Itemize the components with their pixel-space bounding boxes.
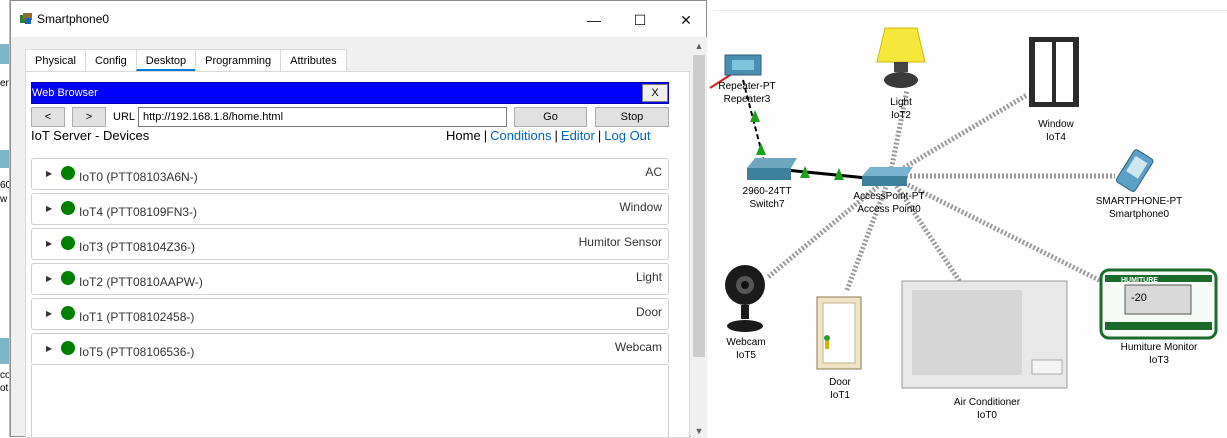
status-dot-icon	[61, 341, 75, 355]
nav-logout-link[interactable]: Log Out	[604, 128, 650, 143]
device-fragment	[0, 338, 9, 364]
device-row[interactable]: ▶ IoT4 (PTT08109FN3-) Window	[31, 193, 669, 225]
page-nav: Home | Conditions | Editor | Log Out	[446, 128, 651, 143]
nav-editor-link[interactable]: Editor	[561, 128, 595, 143]
expand-caret-icon[interactable]: ▶	[46, 274, 52, 283]
status-dot-icon	[61, 201, 75, 215]
device-type: Humitor Sensor	[578, 235, 662, 249]
label-fragment: co	[0, 370, 10, 381]
device-fragment	[0, 44, 9, 64]
tab-config[interactable]: Config	[84, 49, 137, 71]
web-browser-close-button[interactable]: X	[642, 84, 668, 102]
switch-label[interactable]: 2960-24TT Switch7	[727, 185, 807, 211]
status-dot-icon	[61, 271, 75, 285]
repeater-label[interactable]: Repeater-PT Repeater3	[709, 80, 785, 106]
nav-home-label: Home	[446, 128, 481, 143]
label-fragment: er	[0, 78, 9, 89]
label-fragment: ot	[0, 383, 9, 394]
humiture-monitor-label[interactable]: Humiture Monitor IoT3	[1107, 341, 1211, 367]
device-name: IoT2 (PTT0810AAPW-)	[79, 275, 203, 289]
minimize-button[interactable]: —	[571, 7, 617, 33]
window-icon	[1029, 37, 1079, 107]
nav-separator: |	[483, 128, 488, 143]
title-bar[interactable]: Smartphone0 — ☐ ✕	[11, 1, 706, 37]
status-dot-icon	[61, 236, 75, 250]
window-label[interactable]: Window IoT4	[1034, 118, 1078, 144]
device-type: Webcam	[614, 340, 662, 354]
device-type: Door	[635, 305, 662, 319]
back-button[interactable]: <	[31, 107, 65, 127]
close-button[interactable]: ✕	[663, 7, 709, 33]
page-heading: IoT Server - Devices	[31, 128, 150, 143]
device-row[interactable]: ▶ IoT3 (PTT08104Z36-) Humitor Sensor	[31, 228, 669, 260]
expand-caret-icon[interactable]: ▶	[46, 204, 52, 213]
webcam-label[interactable]: Webcam IoT5	[717, 336, 775, 362]
device-type: Light	[635, 270, 662, 284]
tab-bar: Physical Config Desktop Programming Attr…	[25, 49, 347, 71]
switch-icon	[747, 158, 797, 180]
device-fragment	[0, 150, 9, 168]
url-label: URL	[113, 111, 136, 123]
expand-caret-icon[interactable]: ▶	[46, 169, 52, 178]
device-row[interactable]: ▶ IoT5 (PTT08106536-) Webcam	[31, 333, 669, 365]
tab-desktop[interactable]: Desktop	[135, 49, 197, 71]
tab-physical[interactable]: Physical	[25, 49, 86, 71]
stop-button[interactable]: Stop	[595, 107, 669, 127]
background-canvas-edge: er 60 w co ot	[0, 0, 10, 437]
window-title: Smartphone0	[37, 12, 110, 26]
web-browser-title: Web Browser	[32, 87, 98, 99]
forward-button[interactable]: >	[72, 107, 106, 127]
door-icon	[816, 296, 862, 370]
smartphone-label[interactable]: SMARTPHONE-PT Smartphone0	[1091, 195, 1187, 221]
device-list-frame	[31, 365, 669, 438]
humiture-panel-title: HUMITURE	[1121, 277, 1158, 284]
url-input[interactable]	[138, 107, 507, 127]
humiture-monitor-icon	[1099, 268, 1218, 340]
status-dot-icon	[61, 166, 75, 180]
device-window: Smartphone0 — ☐ ✕ Physical Config Deskto…	[10, 0, 707, 438]
expand-caret-icon[interactable]: ▶	[46, 239, 52, 248]
door-label[interactable]: Door IoT1	[817, 376, 863, 402]
light-label[interactable]: Light IoT2	[881, 96, 921, 122]
device-row[interactable]: ▶ IoT0 (PTT08103A6N-) AC	[31, 158, 669, 190]
expand-caret-icon[interactable]: ▶	[46, 344, 52, 353]
repeater-icon	[724, 54, 762, 76]
packet-tracer-app-icon	[20, 13, 32, 24]
nav-separator: |	[554, 128, 558, 143]
humiture-display-value: -20	[1131, 292, 1147, 304]
expand-caret-icon[interactable]: ▶	[46, 309, 52, 318]
access-point-label[interactable]: AccessPoint-PT Access Point0	[841, 190, 937, 216]
web-browser-title-bar: Web Browser X	[31, 82, 669, 104]
scrollbar-thumb[interactable]	[693, 55, 705, 357]
webcam-icon	[725, 265, 765, 332]
status-dot-icon	[61, 306, 75, 320]
device-row[interactable]: ▶ IoT2 (PTT0810AAPW-) Light	[31, 263, 669, 295]
vertical-scrollbar[interactable]: ▲ ▼	[691, 37, 707, 438]
label-fragment: 60	[0, 180, 9, 191]
maximize-button[interactable]: ☐	[617, 7, 663, 33]
label-fragment: w	[0, 194, 8, 205]
nav-separator: |	[597, 128, 602, 143]
workspace-canvas[interactable]: ius3	[707, 0, 1227, 437]
device-row[interactable]: ▶ IoT1 (PTT08102458-) Door	[31, 298, 669, 330]
go-button[interactable]: Go	[514, 107, 587, 127]
device-name: IoT3 (PTT08104Z36-)	[79, 240, 196, 254]
link-status-icon	[756, 143, 766, 155]
device-type: AC	[645, 165, 662, 179]
device-type: Window	[619, 200, 662, 214]
air-conditioner-label[interactable]: Air Conditioner IoT0	[937, 396, 1037, 422]
tab-attributes[interactable]: Attributes	[280, 49, 347, 71]
scroll-up-arrow-icon[interactable]: ▲	[691, 41, 707, 53]
device-name: IoT4 (PTT08109FN3-)	[79, 205, 198, 219]
device-name: IoT1 (PTT08102458-)	[79, 310, 195, 324]
device-name: IoT5 (PTT08106536-)	[79, 345, 195, 359]
nav-conditions-link[interactable]: Conditions	[490, 128, 551, 143]
device-name: IoT0 (PTT08103A6N-)	[79, 170, 198, 184]
smartphone-icon	[1115, 149, 1154, 192]
access-point-icon	[862, 167, 913, 186]
scroll-down-arrow-icon[interactable]: ▼	[691, 426, 707, 438]
tab-programming[interactable]: Programming	[195, 49, 282, 71]
air-conditioner-icon	[901, 280, 1068, 389]
light-icon	[876, 27, 926, 88]
